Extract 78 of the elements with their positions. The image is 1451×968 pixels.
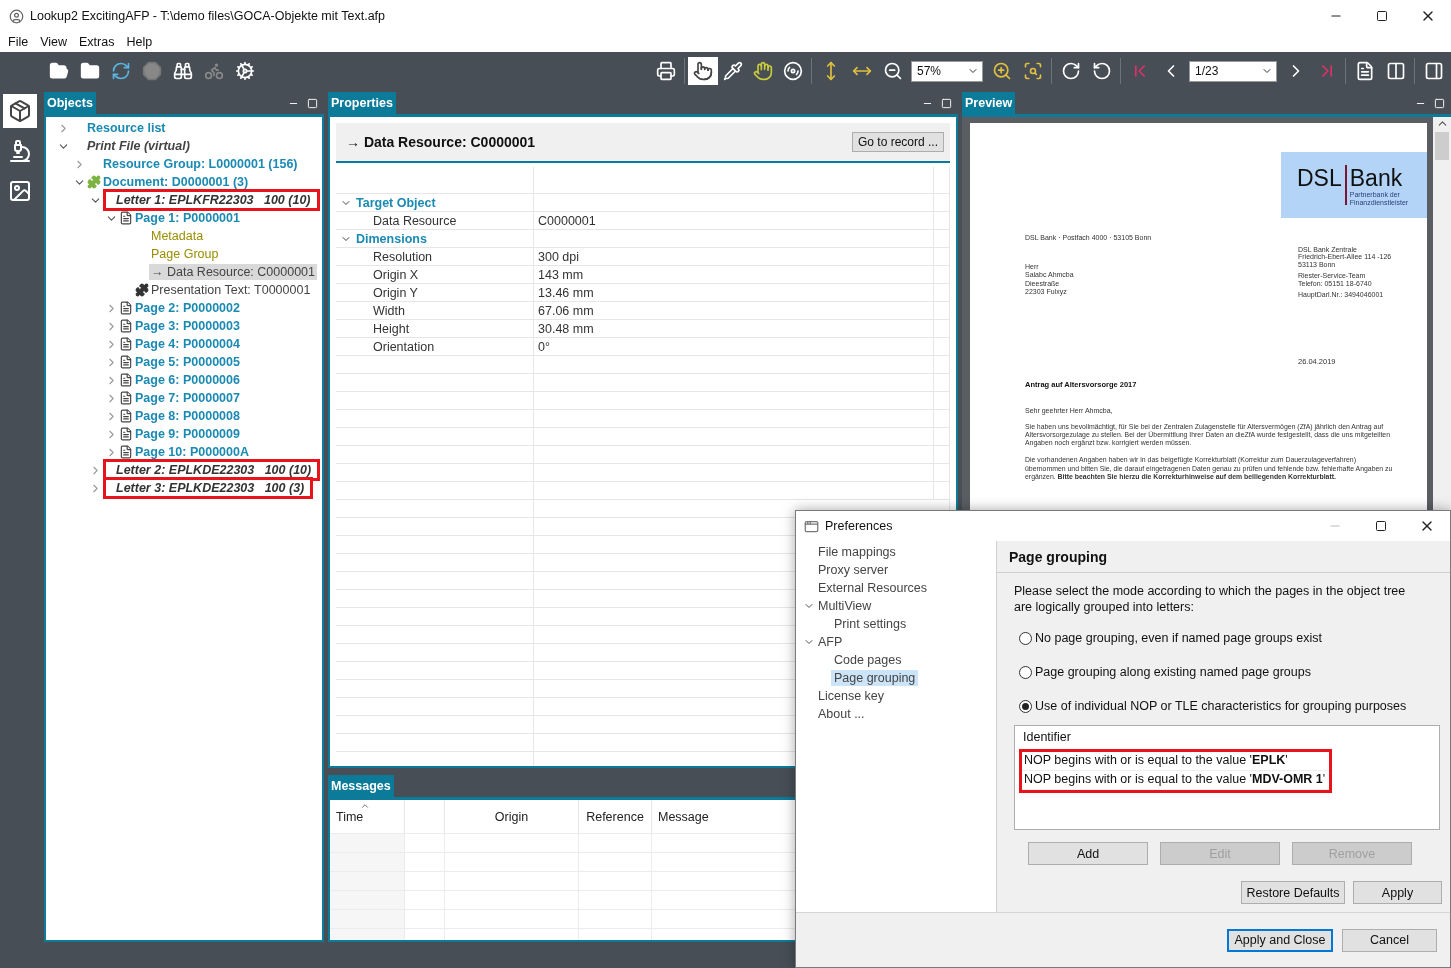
- section-label[interactable]: Dimensions: [356, 231, 427, 246]
- dialog-title: Preferences: [825, 519, 893, 533]
- property-name: Height: [336, 320, 534, 338]
- nav-item[interactable]: Proxy server: [815, 562, 892, 578]
- property-name: Resolution: [336, 248, 534, 266]
- property-name: Origin X: [336, 266, 534, 284]
- zoom-dropdown[interactable]: 57%: [911, 60, 983, 82]
- tree-item[interactable]: Resource list: [85, 120, 168, 136]
- radio-label[interactable]: No page grouping, even if named page groups exist: [1035, 631, 1322, 645]
- logo-text: DSL: [1297, 165, 1342, 191]
- properties-title: → Data Resource: C0000001: [346, 134, 536, 150]
- nav-item[interactable]: Page grouping: [831, 670, 919, 686]
- column-header[interactable]: Reference: [579, 800, 652, 833]
- identifier-row[interactable]: NOP begins with or is equal to the value 'MDV-OMR 1': [1022, 771, 1329, 790]
- tree-item[interactable]: Metadata: [149, 228, 206, 244]
- identifier-row[interactable]: NOP begins with or is equal to the value 'EPLK': [1022, 752, 1329, 771]
- tree-item[interactable]: Page 6: P0000006: [133, 372, 242, 388]
- tree-item[interactable]: Page 9: P0000009: [133, 426, 242, 442]
- tree-item[interactable]: Page 8: P0000008: [133, 408, 242, 424]
- tree-item[interactable]: Document: D0000001 (3): [101, 174, 251, 190]
- nav-item[interactable]: License key: [815, 688, 887, 704]
- page-button[interactable]: Restore Defaults: [1241, 881, 1345, 904]
- property-value: 0°: [534, 338, 934, 356]
- menu-item[interactable]: Help: [120, 35, 159, 49]
- column-header[interactable]: Time: [330, 800, 405, 833]
- page-heading: Page grouping: [1009, 548, 1107, 565]
- property-value: 30.48 mm: [534, 320, 934, 338]
- tree-item[interactable]: Page 10: P000000A: [133, 444, 251, 460]
- description: Please select the mode according to which the pages in the object tree are logically grouped into letters:: [1014, 583, 1407, 615]
- menu-item[interactable]: File: [2, 35, 35, 49]
- radio-label[interactable]: Page grouping along existing named page groups: [1035, 665, 1311, 679]
- property-name: Origin Y: [336, 284, 534, 302]
- tree-item[interactable]: Resource Group: L0000001 (156): [101, 156, 300, 172]
- tree-item[interactable]: Page 7: P0000007: [133, 390, 242, 406]
- panel-tab[interactable]: Preview: [962, 92, 1016, 114]
- go-to-record-button[interactable]: Go to record ...: [851, 132, 944, 152]
- menu-item[interactable]: View: [34, 35, 74, 49]
- property-value: 67.06 mm: [534, 302, 934, 320]
- nav-item[interactable]: Print settings: [831, 616, 910, 632]
- nav-item[interactable]: AFP: [815, 634, 846, 650]
- nav-item[interactable]: MultiView: [815, 598, 875, 614]
- tree-item[interactable]: Page 3: P0000003: [133, 318, 242, 334]
- radio-label[interactable]: Use of individual NOP or TLE characteristics for grouping purposes: [1035, 699, 1407, 713]
- property-value: 13.46 mm: [534, 284, 934, 302]
- tree-item[interactable]: Print File (virtual): [85, 138, 192, 154]
- page-button[interactable]: Apply: [1353, 881, 1442, 904]
- property-name: Width: [336, 302, 534, 320]
- panel-tab[interactable]: Objects: [44, 92, 96, 114]
- nav-item[interactable]: About ...: [815, 706, 868, 722]
- nav-item[interactable]: External Resources: [815, 580, 931, 596]
- list-button[interactable]: Add: [1028, 842, 1148, 865]
- tree-item[interactable]: → Data Resource: C0000001: [149, 264, 317, 280]
- property-value: 300 dpi: [534, 248, 934, 266]
- dialog-button[interactable]: Apply and Close: [1227, 928, 1333, 952]
- menu-item[interactable]: Extras: [73, 35, 121, 49]
- panel-tab[interactable]: Properties: [328, 92, 396, 114]
- tree-item[interactable]: Page 2: P0000002: [133, 300, 242, 316]
- column-header[interactable]: Origin: [445, 800, 579, 833]
- column-header: Identifier: [1022, 730, 1072, 746]
- property-name: Data Resource: [336, 212, 534, 230]
- window-title: Lookup2 ExcitingAFP - T:\demo files\GOCA-Objekte mit Text.afp: [30, 9, 386, 23]
- logo-text: Bank: [1349, 165, 1404, 191]
- dialog-button[interactable]: Cancel: [1342, 928, 1437, 952]
- tree-item[interactable]: Letter 1: EPLKFR22303 100 (10): [103, 189, 320, 211]
- tree-item[interactable]: Page 4: P0000004: [133, 336, 242, 352]
- tree-item[interactable]: Page 1: P0000001: [133, 210, 242, 226]
- property-value: 143 mm: [534, 266, 934, 284]
- nav-item[interactable]: File mappings: [815, 544, 899, 560]
- tree-item[interactable]: Page Group: [149, 246, 221, 262]
- section-label[interactable]: Target Object: [356, 195, 436, 210]
- tree-item[interactable]: Page 5: P0000005: [133, 354, 242, 370]
- nav-item[interactable]: Code pages: [831, 652, 905, 668]
- page-dropdown[interactable]: 1/23: [1189, 60, 1277, 82]
- tree-item[interactable]: Presentation Text: T0000001: [149, 282, 313, 298]
- property-value: C0000001: [534, 212, 934, 230]
- tree-item[interactable]: Letter 3: EPLKDE22303 100 (3): [103, 477, 314, 499]
- property-name: Orientation: [336, 338, 534, 356]
- panel-tab[interactable]: Messages: [328, 775, 394, 797]
